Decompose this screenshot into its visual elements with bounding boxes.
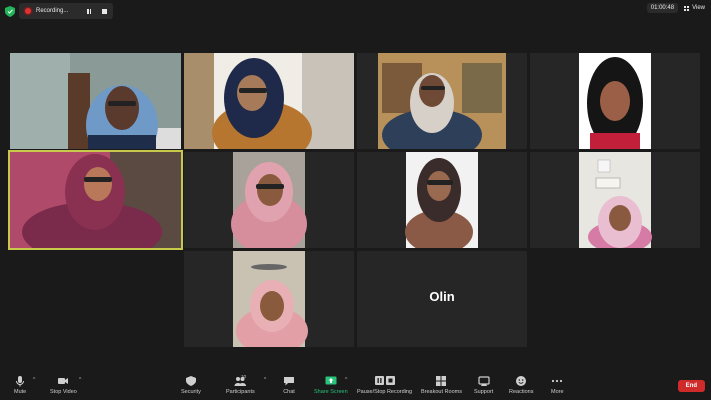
- meeting-timer: 01:00:48: [646, 3, 679, 13]
- support-label: Support: [474, 389, 494, 395]
- stop-recording-icon[interactable]: [102, 8, 108, 14]
- participant-tile-6[interactable]: [184, 152, 354, 248]
- breakout-rooms-icon: [436, 376, 447, 386]
- stop-video-label: Stop Video: [50, 389, 77, 395]
- participant-video-6: [184, 152, 354, 248]
- end-meeting-button[interactable]: End: [677, 380, 705, 392]
- chat-button[interactable]: Chat: [283, 375, 295, 395]
- share-screen-label: Share Screen: [314, 389, 348, 395]
- participant-video-3: [357, 53, 527, 149]
- participants-label: Participants: [226, 389, 255, 395]
- participant-tile-8[interactable]: [530, 152, 700, 248]
- recording-indicator: Recording...: [19, 3, 114, 19]
- meeting-toolbar: Mute ^ Stop Video ^ Security 10 Particip…: [0, 372, 711, 400]
- participant-video-7: [357, 152, 527, 248]
- chat-label: Chat: [283, 389, 295, 395]
- pause-stop-recording-icon: [374, 376, 395, 385]
- video-options-caret[interactable]: ^: [79, 377, 81, 383]
- participant-video-8: [530, 152, 700, 248]
- participant-video-9: [184, 251, 354, 347]
- grid-view-icon: [684, 5, 690, 11]
- stop-video-button[interactable]: Stop Video: [50, 375, 77, 395]
- breakout-rooms-label: Breakout Rooms: [421, 389, 462, 395]
- participant-tile-9[interactable]: [184, 251, 354, 347]
- participant-video-4: [530, 53, 700, 149]
- participant-tile-7[interactable]: [357, 152, 527, 248]
- participant-name: Olin: [429, 289, 455, 304]
- recording-dot-icon: [25, 8, 31, 14]
- security-button[interactable]: Security: [181, 375, 201, 395]
- more-label: More: [551, 389, 564, 395]
- support-icon: [478, 376, 490, 386]
- chat-bubble-icon: [284, 377, 294, 386]
- participant-tile-4[interactable]: [530, 53, 700, 149]
- participant-video-2: [184, 53, 354, 149]
- participants-button[interactable]: 10 Participants: [226, 374, 255, 395]
- participant-tile-3[interactable]: [357, 53, 527, 149]
- pause-recording-icon[interactable]: [87, 8, 92, 14]
- security-shield-icon: [185, 376, 196, 386]
- participant-tile-5[interactable]: [8, 150, 183, 250]
- participant-tile-1[interactable]: [10, 53, 181, 149]
- video-camera-icon: [58, 378, 69, 384]
- mute-label: Mute: [14, 389, 27, 395]
- pause-stop-recording-label: Pause/Stop Recording: [357, 389, 413, 395]
- participant-tile-10[interactable]: Olin: [357, 251, 527, 347]
- reactions-smiley-icon: [516, 376, 527, 386]
- share-screen-options-caret[interactable]: ^: [345, 377, 347, 383]
- view-label: View: [692, 5, 705, 11]
- participant-tile-2[interactable]: [184, 53, 354, 149]
- reactions-button[interactable]: Reactions: [509, 375, 533, 395]
- view-button[interactable]: View: [684, 5, 705, 11]
- reactions-label: Reactions: [509, 389, 534, 395]
- support-button[interactable]: Support: [474, 375, 493, 395]
- more-button[interactable]: More: [551, 375, 564, 395]
- shield-icon[interactable]: [5, 5, 15, 17]
- share-screen-button[interactable]: Share Screen: [314, 375, 348, 395]
- participants-options-caret[interactable]: ^: [264, 377, 266, 383]
- share-screen-icon: [325, 376, 337, 385]
- top-right-controls: 01:00:48 View: [646, 3, 705, 13]
- breakout-rooms-button[interactable]: Breakout Rooms: [421, 375, 462, 395]
- mute-options-caret[interactable]: ^: [33, 377, 35, 383]
- mute-button[interactable]: Mute: [14, 375, 26, 395]
- recording-label: Recording...: [36, 8, 69, 14]
- participants-count: 10: [241, 374, 247, 379]
- microphone-icon: [16, 376, 25, 387]
- participant-video-1: [10, 53, 181, 149]
- pause-stop-recording-button[interactable]: Pause/Stop Recording: [357, 375, 412, 395]
- more-dots-icon: [552, 379, 563, 383]
- security-label: Security: [181, 389, 201, 395]
- participant-video-5: [10, 152, 181, 248]
- top-left-controls: Recording...: [5, 3, 114, 19]
